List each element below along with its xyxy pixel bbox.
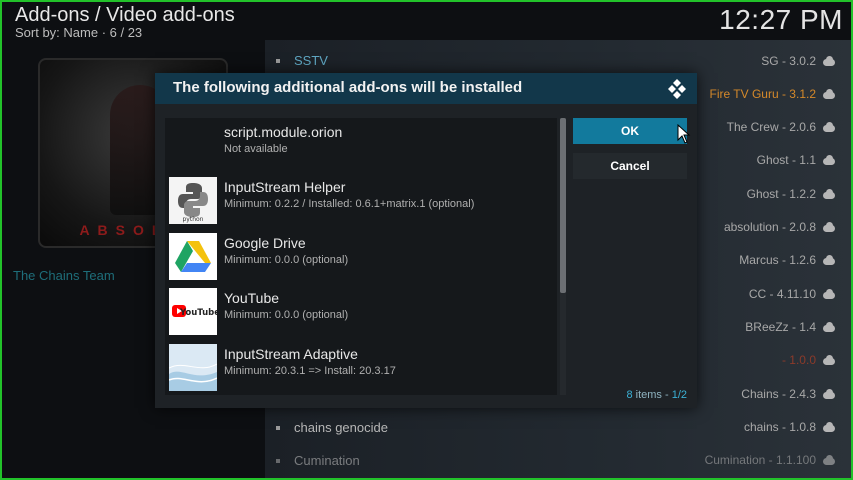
item-name: YouTube xyxy=(224,290,280,306)
dialog-title: The following additional add-ons will be… xyxy=(173,79,523,96)
item-name: InputStream Adaptive xyxy=(224,346,358,362)
item-version-info: Minimum: 0.2.2 / Installed: 0.6.1+matrix… xyxy=(224,198,475,210)
clock: 12:27 PM xyxy=(719,4,843,35)
kodi-logo-icon xyxy=(668,79,686,99)
list-item[interactable]: script.module.orion Not available xyxy=(165,118,557,173)
list-item[interactable]: InputStream Adaptive Minimum: 20.3.1 => … xyxy=(165,340,557,395)
list-item[interactable]: python InputStream Helper Minimum: 0.2.2… xyxy=(165,173,557,228)
python-icon: python xyxy=(169,177,217,224)
item-version-info: Minimum: 0.0.0 (optional) xyxy=(224,254,349,266)
addon-entry-label: Marcus - 1.2.6 xyxy=(739,253,816,267)
install-dependencies-dialog: The following additional add-ons will be… xyxy=(155,73,697,408)
cloud-icon xyxy=(822,455,836,465)
addon-entry[interactable]: Cumination - 1.1.100 xyxy=(705,453,836,467)
item-version-info: Minimum: 20.3.1 => Install: 20.3.17 xyxy=(224,365,396,377)
item-status: Not available xyxy=(224,143,288,155)
cloud-icon xyxy=(822,422,836,432)
mouse-cursor-icon xyxy=(677,124,691,144)
addon-entry[interactable]: BReeZz - 1.4 xyxy=(745,320,836,334)
bullet-icon xyxy=(276,458,280,463)
addon-entry-label: chains - 1.0.8 xyxy=(743,420,816,434)
svg-text:YouTube: YouTube xyxy=(179,308,217,318)
addon-entry-label: CC - 4.11.10 xyxy=(748,287,816,301)
cloud-icon xyxy=(822,389,836,399)
list-item-label: chains genocide xyxy=(294,420,388,435)
bullet-icon xyxy=(276,425,280,430)
list-scrollbar[interactable] xyxy=(560,118,566,395)
ok-button[interactable]: OK xyxy=(573,118,687,144)
list-item-label: SSTV xyxy=(294,53,328,68)
cloud-icon xyxy=(822,322,836,332)
list-item[interactable]: chains genocide xyxy=(276,420,388,435)
dialog-header: The following additional add-ons will be… xyxy=(155,73,697,104)
items-count-label: items - xyxy=(632,389,672,401)
addon-entry[interactable]: Marcus - 1.2.6 xyxy=(739,253,836,267)
scrollbar-thumb[interactable] xyxy=(560,118,566,293)
list-item[interactable]: SSTV xyxy=(276,53,328,68)
sort-label[interactable]: Sort by: Name · 6 / 23 xyxy=(15,25,142,40)
cloud-icon xyxy=(822,155,836,165)
addon-author: The Chains Team xyxy=(13,268,115,283)
addon-entry[interactable]: Fire TV Guru - 3.1.2 xyxy=(710,87,836,101)
addon-entry-label: BReeZz - 1.4 xyxy=(745,320,816,334)
item-name: InputStream Helper xyxy=(224,179,346,195)
addon-entry-label: - 1.0.0 xyxy=(781,353,816,367)
addon-entry[interactable]: Ghost - 1.1 xyxy=(757,153,836,167)
cloud-icon xyxy=(822,56,836,66)
youtube-icon: YouTube xyxy=(169,288,217,335)
addon-entry[interactable]: - 1.0.0 xyxy=(782,353,836,367)
item-name: Google Drive xyxy=(224,235,306,251)
cloud-icon xyxy=(822,189,836,199)
google-drive-icon xyxy=(169,233,217,280)
list-item[interactable]: Google Drive Minimum: 0.0.0 (optional) xyxy=(165,229,557,284)
cancel-button[interactable]: Cancel xyxy=(573,153,687,179)
addon-entry-label: The Crew - 2.0.6 xyxy=(726,120,816,134)
addon-entry-label: Ghost - 1.1 xyxy=(756,153,816,167)
item-name: script.module.orion xyxy=(224,124,343,140)
cloud-icon xyxy=(822,255,836,265)
addon-entry[interactable]: CC - 4.11.10 xyxy=(749,287,836,301)
addon-entry[interactable]: The Crew - 2.0.6 xyxy=(727,120,836,134)
addon-entry[interactable]: absolution - 2.0.8 xyxy=(724,220,836,234)
addon-entry-label: Fire TV Guru - 3.1.2 xyxy=(709,87,816,101)
item-version-info: Minimum: 0.0.0 (optional) xyxy=(224,309,349,321)
addon-entry-label: absolution - 2.0.8 xyxy=(723,220,816,234)
cloud-icon xyxy=(822,289,836,299)
list-item-label: Cumination xyxy=(294,453,360,468)
dependency-list[interactable]: script.module.orion Not available python… xyxy=(165,118,557,395)
page-indicator: 1/2 xyxy=(671,389,687,401)
list-item[interactable]: Cumination xyxy=(276,453,360,468)
addon-entry[interactable]: Ghost - 1.2.2 xyxy=(747,187,836,201)
addon-entry-label: Cumination - 1.1.100 xyxy=(704,453,816,467)
inputstream-icon xyxy=(169,344,217,391)
cloud-icon xyxy=(822,355,836,365)
addon-entry-label: Ghost - 1.2.2 xyxy=(746,187,816,201)
cloud-icon xyxy=(822,89,836,99)
addon-entry[interactable]: SG - 3.0.2 xyxy=(761,54,836,68)
bullet-icon xyxy=(276,58,280,63)
cloud-icon xyxy=(822,222,836,232)
svg-text:python: python xyxy=(183,216,204,223)
list-item[interactable]: YouTube YouTube Minimum: 0.0.0 (optional… xyxy=(165,284,557,339)
page-title: Add-ons / Video add-ons xyxy=(15,4,235,26)
addon-entry[interactable]: chains - 1.0.8 xyxy=(744,420,836,434)
cloud-icon xyxy=(822,122,836,132)
items-count: 8 items - 1/2 xyxy=(626,389,687,401)
addon-entry[interactable]: Chains - 2.4.3 xyxy=(741,387,836,401)
addon-entry-label: Chains - 2.4.3 xyxy=(741,387,816,401)
addon-entry-label: SG - 3.0.2 xyxy=(761,54,816,68)
